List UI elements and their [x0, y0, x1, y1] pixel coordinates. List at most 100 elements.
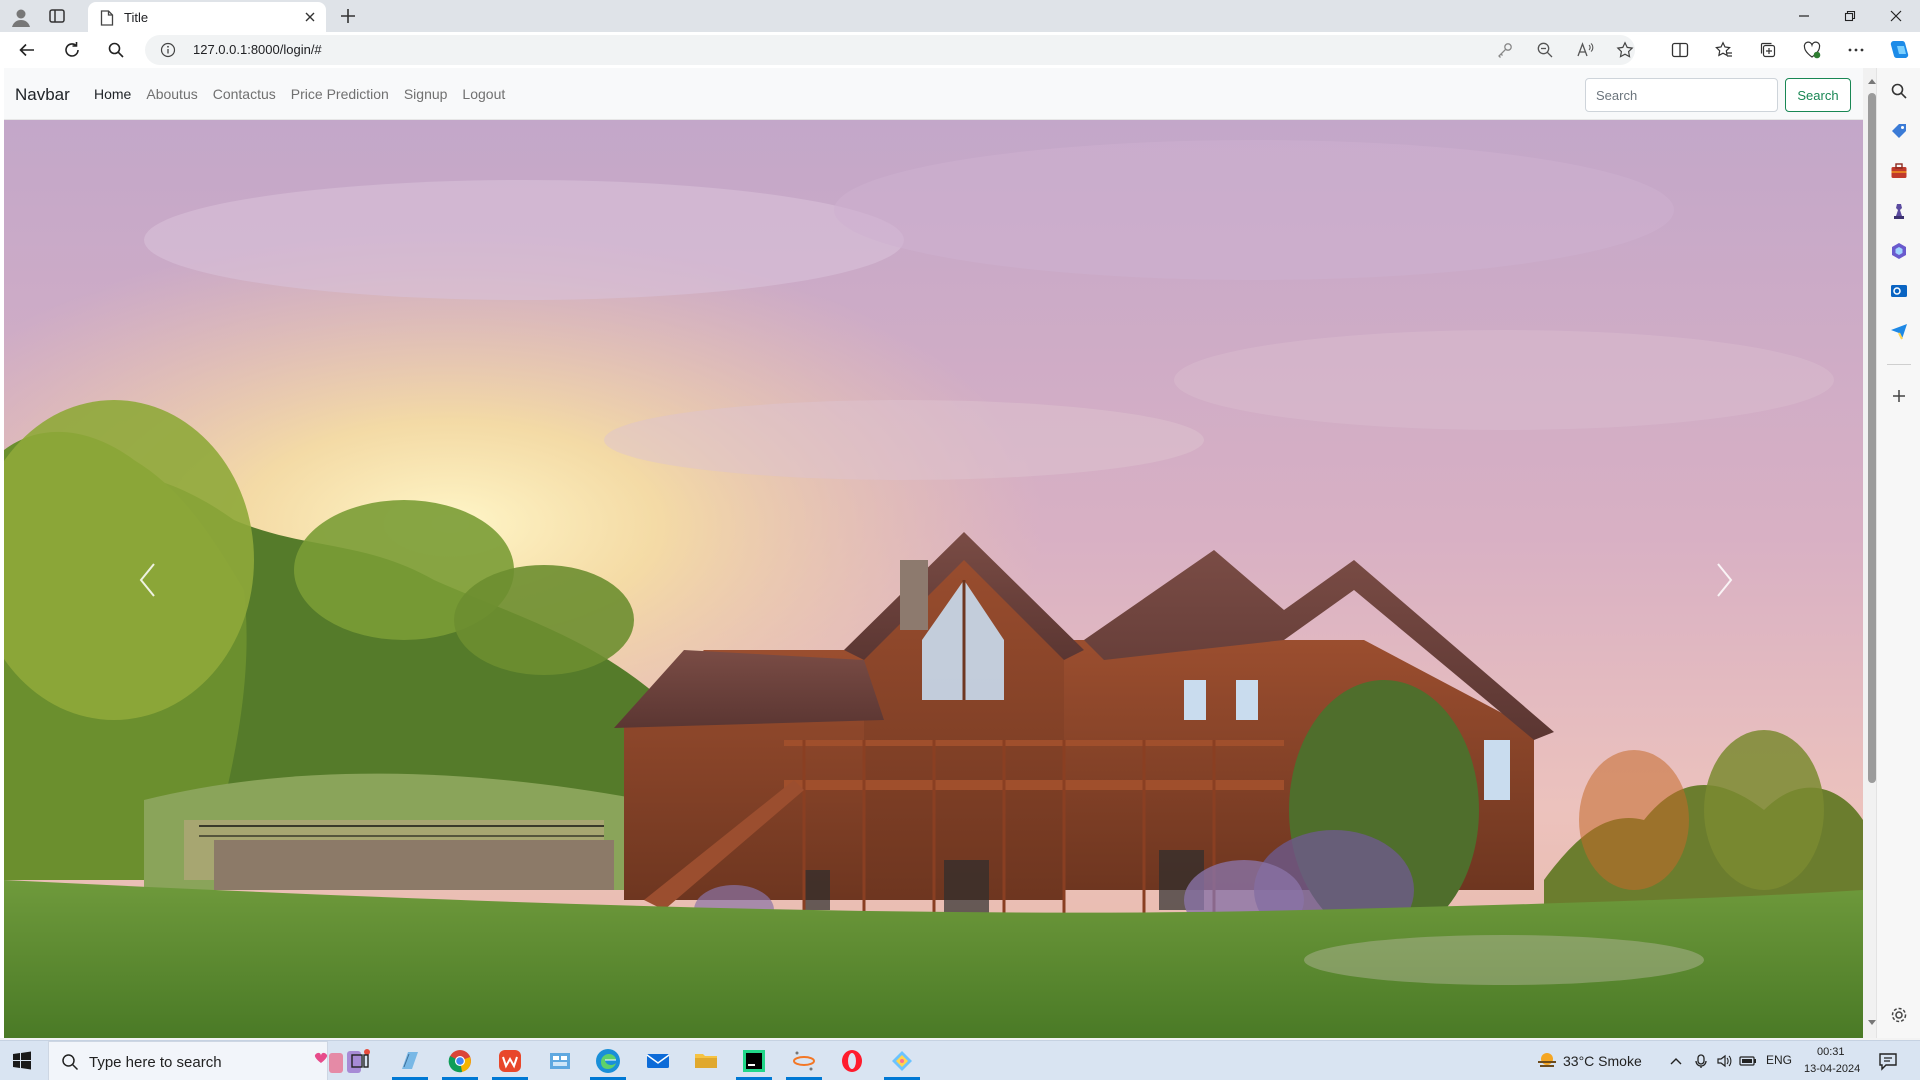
address-bar-row: 127.0.0.1:8000/login/# — [0, 32, 1920, 68]
scroll-up-arrow-icon[interactable] — [1866, 76, 1876, 86]
toolbox-icon — [1891, 163, 1907, 178]
outlook-icon — [1891, 285, 1907, 297]
folder-icon — [695, 1054, 717, 1068]
url-text[interactable]: 127.0.0.1:8000/login/# — [193, 42, 322, 57]
taskbar-search-box[interactable]: Type here to search — [48, 1041, 370, 1080]
restore-button[interactable] — [1827, 4, 1873, 28]
sidebar-settings-button[interactable] — [1889, 1005, 1909, 1025]
taskbar-task-view[interactable] — [346, 1047, 374, 1075]
browser-title-bar: Title — [0, 0, 1920, 32]
sidebar-tools-button[interactable] — [1889, 161, 1909, 181]
page-icon — [100, 10, 114, 26]
speaker-icon — [1717, 1054, 1732, 1068]
more-dots-icon — [1848, 48, 1864, 52]
carousel-next-button[interactable] — [1704, 550, 1744, 610]
tab-actions-icon[interactable] — [48, 7, 66, 25]
sidebar-drop-button[interactable] — [1889, 321, 1909, 341]
collections-button[interactable] — [1758, 40, 1778, 60]
minimize-icon — [1799, 15, 1809, 17]
nav-link-signup[interactable]: Signup — [404, 86, 448, 102]
settings-menu-button[interactable] — [1846, 40, 1866, 60]
scroll-down-arrow-icon[interactable] — [1866, 1018, 1876, 1028]
taskbar-jupyter[interactable] — [790, 1047, 818, 1075]
favorite-star-icon[interactable] — [1616, 41, 1634, 59]
minimize-button[interactable] — [1781, 4, 1827, 28]
wps-office-icon — [499, 1050, 521, 1072]
profile-icon[interactable] — [10, 6, 32, 28]
chevron-up-icon — [1670, 1058, 1682, 1065]
browser-essentials-button[interactable] — [1802, 40, 1822, 60]
windows-start-icon[interactable] — [12, 1051, 32, 1071]
battery-icon — [1739, 1056, 1756, 1066]
back-button[interactable] — [17, 40, 37, 60]
taskbar-snip-tool[interactable] — [888, 1047, 916, 1075]
tray-meet-button[interactable] — [1692, 1052, 1710, 1070]
taskbar-pycharm[interactable] — [740, 1047, 768, 1075]
taskbar-chrome[interactable] — [446, 1047, 474, 1075]
nav-link-logout[interactable]: Logout — [462, 86, 505, 102]
sidebar-add-button[interactable] — [1889, 386, 1909, 406]
taskbar-notepad[interactable] — [396, 1047, 424, 1075]
tray-overflow-button[interactable] — [1667, 1052, 1685, 1070]
taskbar-wps-office[interactable] — [496, 1047, 524, 1075]
browser-tab[interactable]: Title — [88, 2, 326, 32]
notification-icon[interactable] — [1878, 1051, 1898, 1071]
sidebar-m365-button[interactable] — [1889, 241, 1909, 261]
taskbar-opera[interactable] — [838, 1047, 866, 1075]
windows-taskbar: Type here to search 33°C Smoke ENG 00:31… — [0, 1040, 1920, 1080]
nav-link-contactus[interactable]: Contactus — [213, 86, 276, 102]
address-bar[interactable]: 127.0.0.1:8000/login/# — [145, 35, 1635, 65]
weather-haze-icon[interactable] — [1536, 1051, 1558, 1071]
plus-icon — [1893, 390, 1905, 402]
restore-icon — [1844, 10, 1856, 22]
chrome-icon — [448, 1050, 471, 1073]
send-plane-icon — [1891, 324, 1907, 340]
control-panel-icon — [550, 1053, 570, 1069]
clock-time[interactable]: 00:31 — [1817, 1046, 1845, 1058]
language-indicator[interactable]: ENG — [1766, 1053, 1792, 1067]
taskbar-file-explorer[interactable] — [692, 1047, 720, 1075]
page-viewport: Navbar Home Aboutus Contactus Price Pred… — [0, 68, 1876, 1038]
tray-volume-button[interactable] — [1715, 1052, 1733, 1070]
sidebar-games-button[interactable] — [1889, 201, 1909, 221]
favorites-button[interactable] — [1714, 40, 1734, 60]
edge-sidebar — [1876, 68, 1920, 1038]
navbar-brand[interactable]: Navbar — [15, 85, 70, 105]
copilot-button[interactable] — [1888, 38, 1912, 62]
nav-link-home[interactable]: Home — [94, 86, 131, 102]
sidebar-shopping-button[interactable] — [1889, 121, 1909, 141]
key-icon[interactable] — [1496, 41, 1514, 59]
refresh-button[interactable] — [62, 40, 82, 60]
sidebar-outlook-button[interactable] — [1889, 281, 1909, 301]
search-icon — [108, 42, 124, 58]
shopping-tag-icon — [1892, 124, 1906, 138]
pycharm-icon — [743, 1050, 765, 1072]
taskbar-search-placeholder: Type here to search — [89, 1054, 222, 1071]
nav-link-price-prediction[interactable]: Price Prediction — [291, 86, 389, 102]
close-window-button[interactable] — [1873, 4, 1919, 28]
taskbar-edge[interactable] — [594, 1047, 622, 1075]
split-screen-button[interactable] — [1670, 40, 1690, 60]
scrollbar-thumb[interactable] — [1868, 93, 1876, 783]
clock-date[interactable]: 13-04-2024 — [1804, 1063, 1860, 1075]
sidebar-divider — [1887, 364, 1911, 365]
site-search-button[interactable]: Search — [1785, 78, 1851, 112]
arrow-left-icon — [19, 43, 34, 57]
gear-icon — [1891, 1007, 1907, 1023]
copilot-icon — [1890, 40, 1909, 59]
carousel-prev-button[interactable] — [128, 550, 168, 610]
sidebar-search-button[interactable] — [1889, 81, 1909, 101]
tray-battery-button[interactable] — [1739, 1052, 1757, 1070]
zoom-out-icon[interactable] — [1536, 41, 1554, 59]
weather-text[interactable]: 33°C Smoke — [1563, 1053, 1642, 1069]
taskbar-mail[interactable] — [644, 1047, 672, 1075]
taskbar-control-panel[interactable] — [546, 1047, 574, 1075]
read-aloud-icon[interactable] — [1576, 41, 1594, 59]
new-tab-icon[interactable] — [338, 6, 358, 26]
search-web-button[interactable] — [106, 40, 126, 60]
nav-links: Home Aboutus Contactus Price Prediction … — [94, 68, 520, 120]
close-tab-icon[interactable] — [302, 9, 318, 25]
site-search-input[interactable] — [1585, 78, 1778, 112]
nav-link-aboutus[interactable]: Aboutus — [146, 86, 197, 102]
site-info-icon[interactable] — [160, 42, 176, 58]
